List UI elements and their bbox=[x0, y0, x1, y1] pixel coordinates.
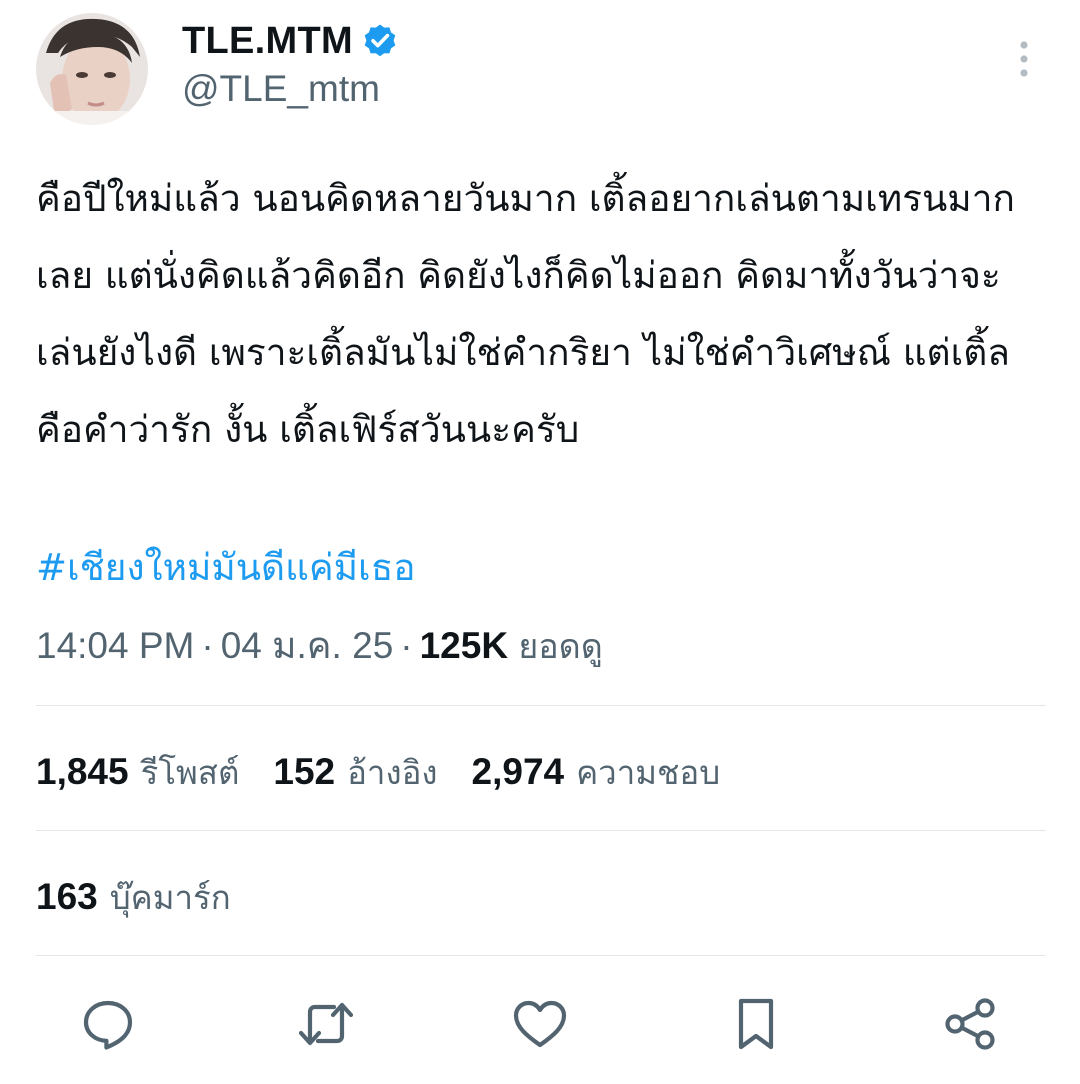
views-label: ยอดดู bbox=[518, 627, 603, 667]
engagement-stats: 1,845 รีโพสต์ 152 อ้างอิง 2,974 ความชอบ bbox=[36, 744, 754, 800]
likes-count: 2,974 bbox=[471, 750, 565, 792]
like-icon[interactable] bbox=[510, 994, 570, 1054]
action-bar bbox=[0, 994, 1080, 1054]
more-vertical-icon[interactable] bbox=[1014, 40, 1034, 78]
tweet-time[interactable]: 14:04 PM bbox=[36, 625, 194, 666]
tweet-text: คือปีใหม่แล้ว นอนคิดหลายวันมาก เติ้ลอยาก… bbox=[36, 177, 1015, 451]
tweet-date[interactable]: 04 ม.ค. 25 bbox=[221, 625, 394, 666]
meta-separator: · bbox=[201, 625, 214, 666]
quotes-count: 152 bbox=[273, 750, 336, 792]
display-name[interactable]: TLE.MTM bbox=[182, 20, 353, 63]
divider bbox=[36, 955, 1046, 956]
user-handle[interactable]: @TLE_mtm bbox=[182, 68, 380, 110]
tweet-meta: 14:04 PM · 04 ม.ค. 25 · 125K ยอดดู bbox=[36, 618, 603, 675]
reposts-count: 1,845 bbox=[36, 750, 129, 792]
display-name-row: TLE.MTM bbox=[182, 17, 398, 65]
share-icon[interactable] bbox=[940, 994, 1000, 1054]
meta-separator: · bbox=[400, 625, 413, 666]
verified-badge-icon[interactable] bbox=[362, 23, 398, 59]
quotes-label: อ้างอิง bbox=[347, 752, 438, 792]
likes-stat[interactable]: 2,974 ความชอบ bbox=[472, 746, 721, 799]
bookmarks-label: บุ๊คมาร์ก bbox=[109, 877, 231, 917]
repost-icon[interactable] bbox=[296, 994, 356, 1054]
likes-label: ความชอบ bbox=[576, 752, 721, 792]
hashtag-link[interactable]: #เชียงใหม่มันดีแค่มีเธอ bbox=[36, 540, 416, 596]
divider bbox=[36, 830, 1046, 831]
avatar-photo bbox=[36, 13, 148, 125]
views-count[interactable]: 125K bbox=[420, 625, 508, 666]
avatar[interactable] bbox=[36, 13, 148, 125]
quotes-stat[interactable]: 152 อ้างอิง bbox=[273, 746, 437, 799]
bookmarks-count: 163 bbox=[36, 876, 98, 917]
reply-icon[interactable] bbox=[78, 994, 138, 1054]
reposts-label: รีโพสต์ bbox=[140, 752, 240, 792]
divider bbox=[36, 705, 1046, 706]
bookmark-icon[interactable] bbox=[726, 994, 786, 1054]
reposts-stat[interactable]: 1,845 รีโพสต์ bbox=[36, 746, 239, 799]
bookmarks-stat[interactable]: 163 บุ๊คมาร์ก bbox=[36, 869, 231, 925]
